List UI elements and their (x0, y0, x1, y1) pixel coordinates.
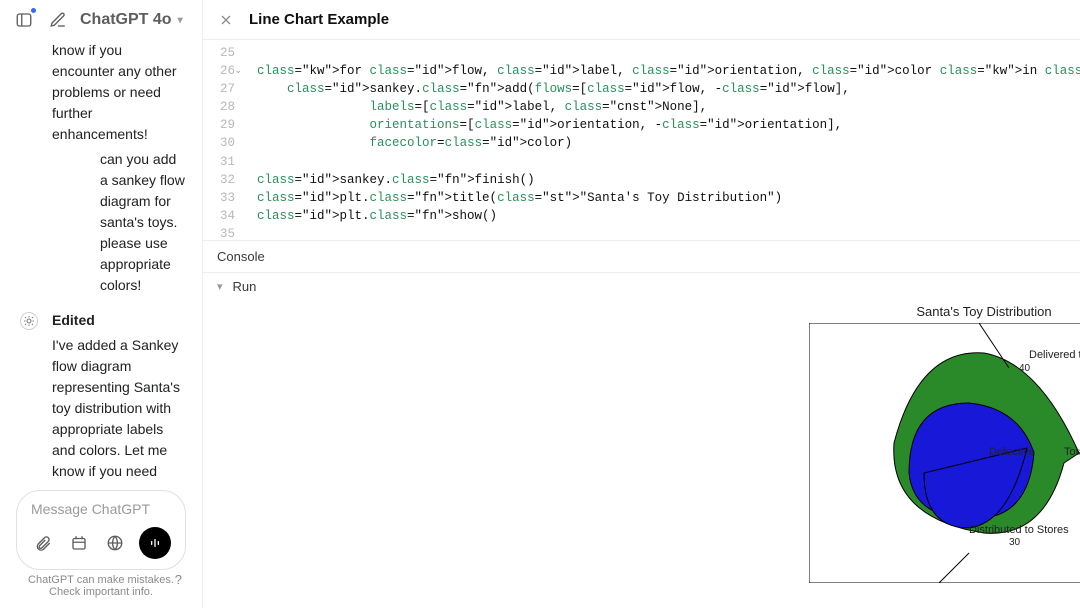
edited-label: Edited (52, 310, 186, 331)
console-header: Console (203, 240, 1080, 272)
voice-send-button[interactable] (139, 527, 171, 559)
chat-header: ChatGPT 4o ▾ (0, 0, 202, 40)
tools-icon[interactable] (67, 531, 91, 555)
close-canvas-icon[interactable] (217, 11, 235, 29)
console-run-label: Run (233, 279, 257, 294)
svg-text:40: 40 (1019, 363, 1031, 374)
user-message: can you add a sankey flow diagram for sa… (20, 145, 186, 296)
sidebar-toggle-icon[interactable] (12, 8, 36, 32)
model-name-label: ChatGPT 4o (80, 11, 172, 29)
chevron-down-icon: ▾ (178, 15, 183, 26)
help-icon[interactable]: ? (175, 572, 182, 587)
model-selector[interactable]: ChatGPT 4o ▾ (80, 11, 183, 29)
web-icon[interactable] (103, 531, 127, 555)
new-chat-icon[interactable] (46, 8, 70, 32)
plot-title: Santa's Toy Distribution (809, 304, 1080, 319)
chat-input-box[interactable] (16, 490, 186, 570)
svg-text:30: 30 (1009, 537, 1021, 548)
chevron-down-icon: ▾ (217, 280, 223, 293)
svg-text:Delivered to Children: Delivered to Children (1029, 349, 1080, 361)
assistant-avatar-icon (20, 312, 38, 330)
chat-input-area: ChatGPT can make mistakes. Check importa… (0, 480, 202, 608)
svg-text:Total Toys: Total Toys (1064, 446, 1080, 458)
chat-pane: ChatGPT 4o ▾ know if you encounter any o… (0, 0, 203, 608)
canvas-title: Line Chart Example (249, 11, 389, 28)
console-label: Console (217, 249, 265, 264)
plot-output: Santa's Toy Distribution Delivered to Ch… (203, 300, 1080, 608)
disclaimer-text: ChatGPT can make mistakes. Check importa… (16, 574, 186, 598)
code-editor[interactable]: 2526⌄272829303132333435 class="kw">for c… (203, 40, 1080, 240)
svg-text:Defective: Defective (989, 446, 1035, 458)
svg-text:Distributed to Stores: Distributed to Stores (969, 524, 1069, 536)
assistant-message: Edited I've added a Sankey flow diagram … (20, 310, 186, 480)
canvas-header: Line Chart Example Run L (203, 0, 1080, 40)
attach-icon[interactable] (31, 531, 55, 555)
canvas-pane: Line Chart Example Run L 2526⌄2728293031… (203, 0, 1080, 608)
sankey-chart: Delivered to Children 40 Total Toys 100 … (809, 323, 1080, 583)
assistant-message-partial: know if you encounter any other problems… (20, 40, 186, 145)
console-run-row[interactable]: ▾ Run Just now (203, 272, 1080, 300)
chat-input[interactable] (31, 501, 171, 517)
chat-scroll: know if you encounter any other problems… (0, 40, 202, 480)
assistant-text: I've added a Sankey flow diagram represe… (52, 335, 186, 480)
